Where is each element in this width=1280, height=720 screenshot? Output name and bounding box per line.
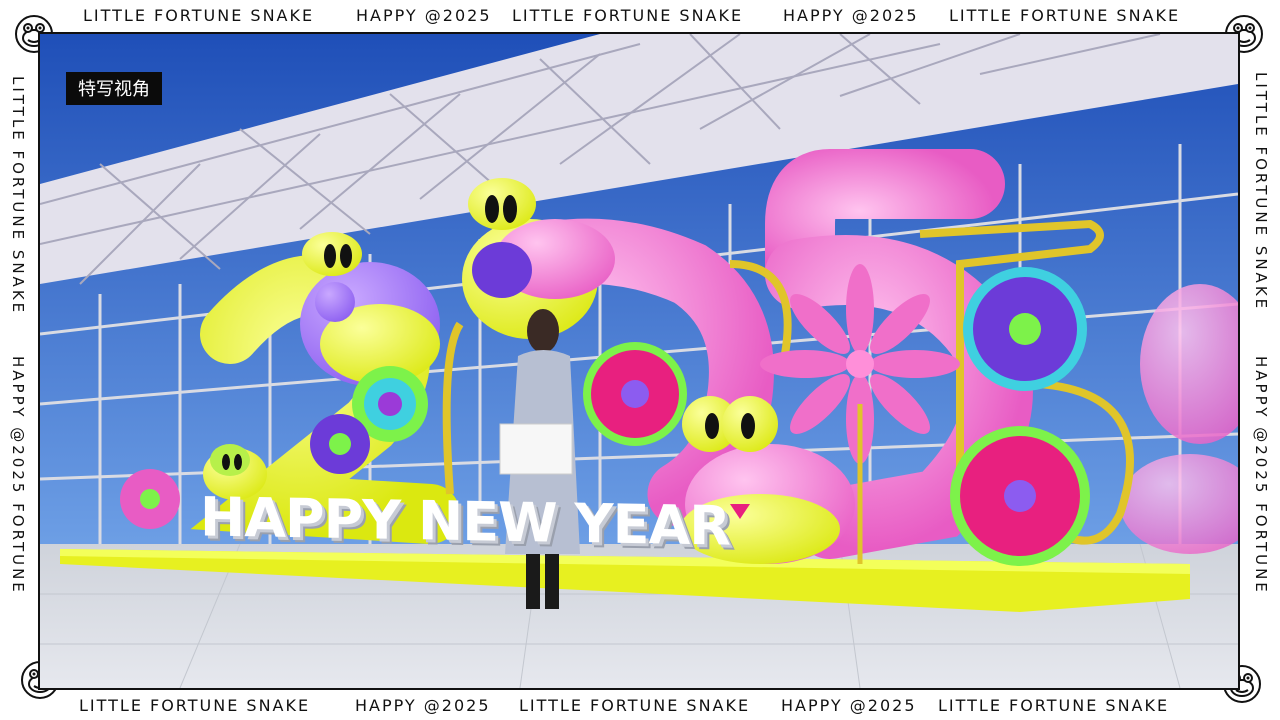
top-text-1: LITTLE FORTUNE SNAKE bbox=[83, 6, 315, 25]
bottom-text-4: HAPPY @2025 bbox=[781, 696, 917, 715]
bottom-text-2: HAPPY @2025 bbox=[355, 696, 491, 715]
view-label-badge: 特写视角 bbox=[66, 72, 162, 105]
left-text-1: LITTLE FORTUNE SNAKE bbox=[9, 76, 27, 316]
top-text-3: LITTLE FORTUNE SNAKE bbox=[512, 6, 744, 25]
top-text-5: LITTLE FORTUNE SNAKE bbox=[949, 6, 1181, 25]
right-text-1: LITTLE FORTUNE SNAKE bbox=[1252, 72, 1270, 312]
inner-frame-border bbox=[38, 32, 1240, 690]
top-text-2: HAPPY @2025 bbox=[356, 6, 492, 25]
bottom-text-1: LITTLE FORTUNE SNAKE bbox=[79, 696, 311, 715]
right-text-2: HAPPY @2025 FORTUNE bbox=[1252, 356, 1270, 595]
top-text-4: HAPPY @2025 bbox=[783, 6, 919, 25]
left-text-2: HAPPY @2025 FORTUNE bbox=[9, 356, 27, 595]
bottom-text-5: LITTLE FORTUNE SNAKE bbox=[938, 696, 1170, 715]
poster-frame: LITTLE FORTUNE SNAKE HAPPY @2025 LITTLE … bbox=[0, 0, 1280, 720]
bottom-text-3: LITTLE FORTUNE SNAKE bbox=[519, 696, 751, 715]
